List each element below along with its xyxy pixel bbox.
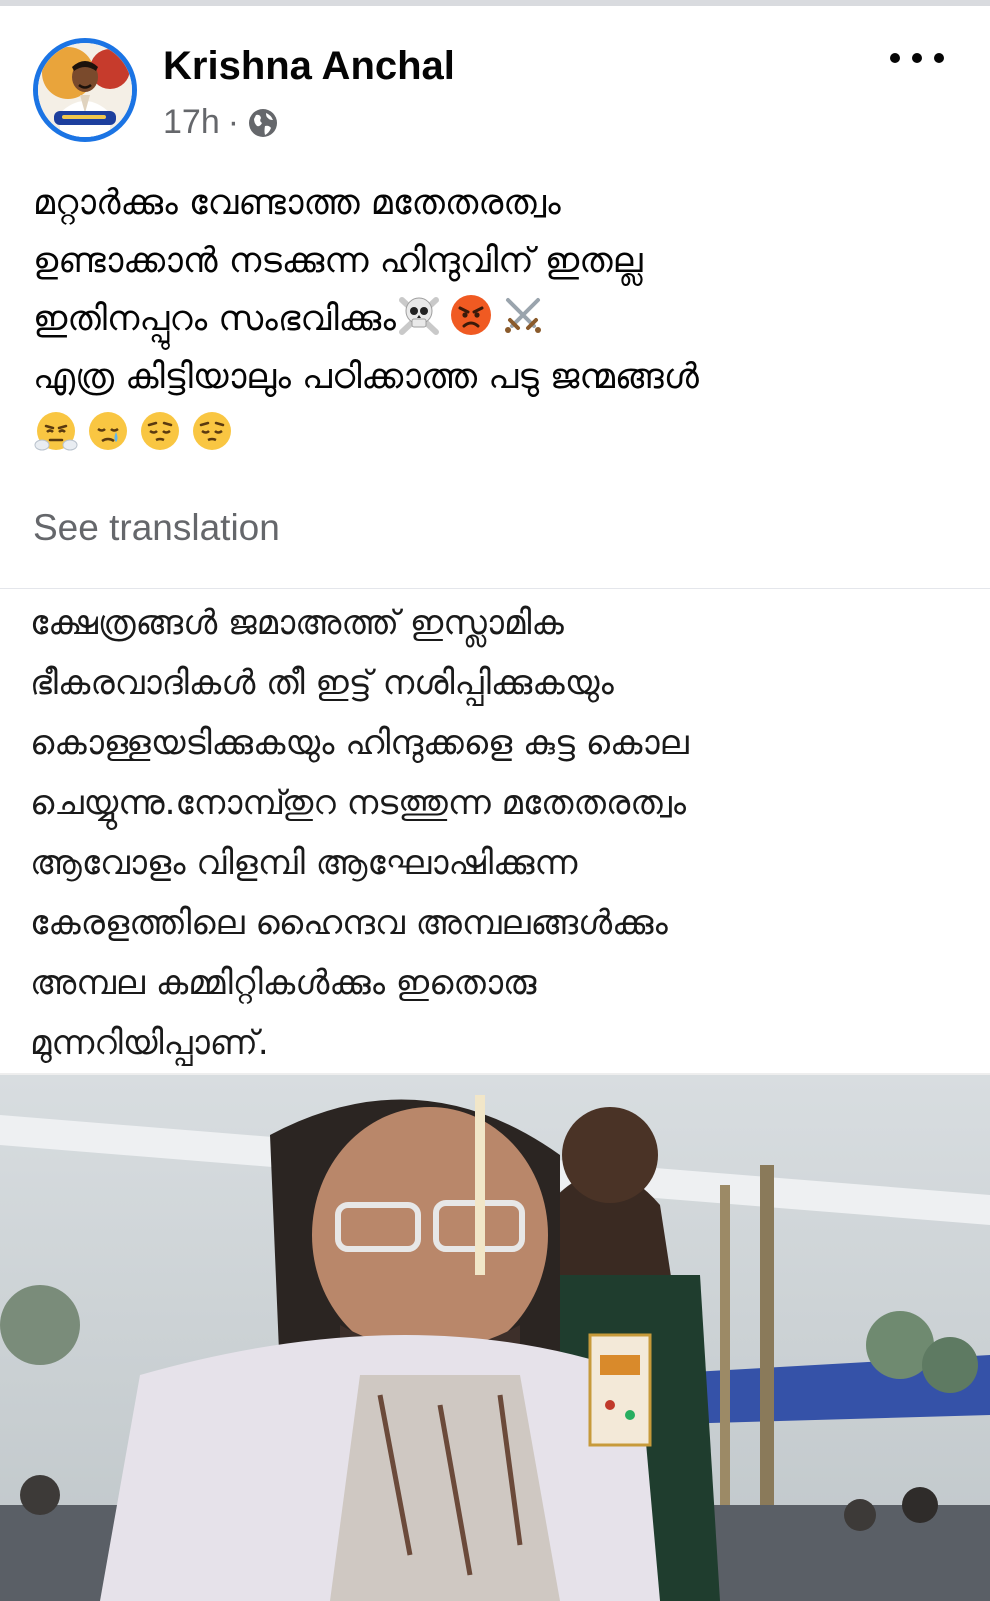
author-avatar[interactable] [33, 38, 137, 142]
more-options-button[interactable] [890, 46, 944, 70]
post-caption: മറ്റാർക്കും വേണ്ടാത്ത മതേതരത്വം ഉണ്ടാക്ക… [33, 174, 963, 464]
caption-line: ഇതിനപ്പുറം സംഭവിക്കും [33, 290, 963, 348]
image-text-line: കേരളത്തിലെ ഹൈന്ദവ അമ്പലങ്ങൾക്കും [30, 903, 668, 943]
avatar-image [38, 43, 132, 137]
post-image[interactable]: ക്ഷേത്രങ്ങൾ ജമാഅത്ത് ഇസ്ലാമിക ഭീകരവാദികൾ… [0, 588, 990, 1601]
caption-emoji-line [33, 406, 963, 464]
post-meta: 17h · [163, 100, 279, 144]
image-text-line: ക്ഷേത്രങ്ങൾ ജമാഅത്ത് ഇസ്ലാമിക [30, 603, 564, 643]
image-text-line: കൊള്ളയടിക്കുകയും ഹിന്ദുക്കളെ കുട്ട കൊല [30, 723, 689, 763]
author-name[interactable]: Krishna Anchal [163, 42, 455, 90]
crossed-swords-emoji [504, 298, 541, 333]
post-timestamp[interactable]: 17h [163, 103, 220, 142]
globe-icon[interactable] [247, 107, 279, 139]
caption-line-text: ഇതിനപ്പുറം സംഭവിക്കും [33, 299, 396, 339]
crying-face-emoji [89, 412, 127, 450]
caption-line: എത്ര കിട്ടിയാലും പഠിക്കാത്ത പടു ജന്മങ്ങൾ [33, 357, 699, 397]
pensive-face-emoji [141, 412, 179, 450]
skull-crossbones-emoji [398, 297, 439, 335]
image-text-block: ക്ഷേത്രങ്ങൾ ജമാഅത്ത് ഇസ്ലാമിക ഭീകരവാദികൾ… [30, 593, 970, 1073]
more-dot [912, 53, 922, 63]
image-text-line: ഭീകരവാദികൾ തീ ഇട്ട് നശിപ്പിക്കുകയും [30, 663, 614, 703]
meta-separator: · [227, 102, 240, 141]
photo-illustration [0, 1075, 990, 1601]
more-dot [890, 53, 900, 63]
caption-line: ഉണ്ടാക്കാൻ നടക്കുന്ന ഹിന്ദുവിന് ഇതല്ല [33, 241, 643, 281]
image-text-line: അമ്പല കമ്മിറ്റികൾക്കും ഇതൊരു [30, 963, 537, 1003]
angry-face-emoji [450, 295, 491, 335]
top-divider [0, 0, 990, 6]
news-photo [0, 1075, 990, 1601]
caption-line: മറ്റാർക്കും വേണ്ടാത്ത മതേതരത്വം [33, 183, 561, 223]
see-translation-link[interactable]: See translation [33, 506, 280, 550]
more-dot [934, 53, 944, 63]
steaming-face-emoji [34, 412, 78, 451]
image-text-line: മുന്നറിയിപ്പാണ്. [30, 1023, 269, 1063]
pensive-face-emoji [193, 412, 231, 450]
image-text-line: ആവോളം വിളമ്പി ആഘോഷിക്കുന്ന [30, 843, 578, 883]
image-text-line: ചെയ്യുന്നു.നോമ്പ്തുറ നടത്തുന്ന മതേതരത്വം [30, 783, 687, 823]
